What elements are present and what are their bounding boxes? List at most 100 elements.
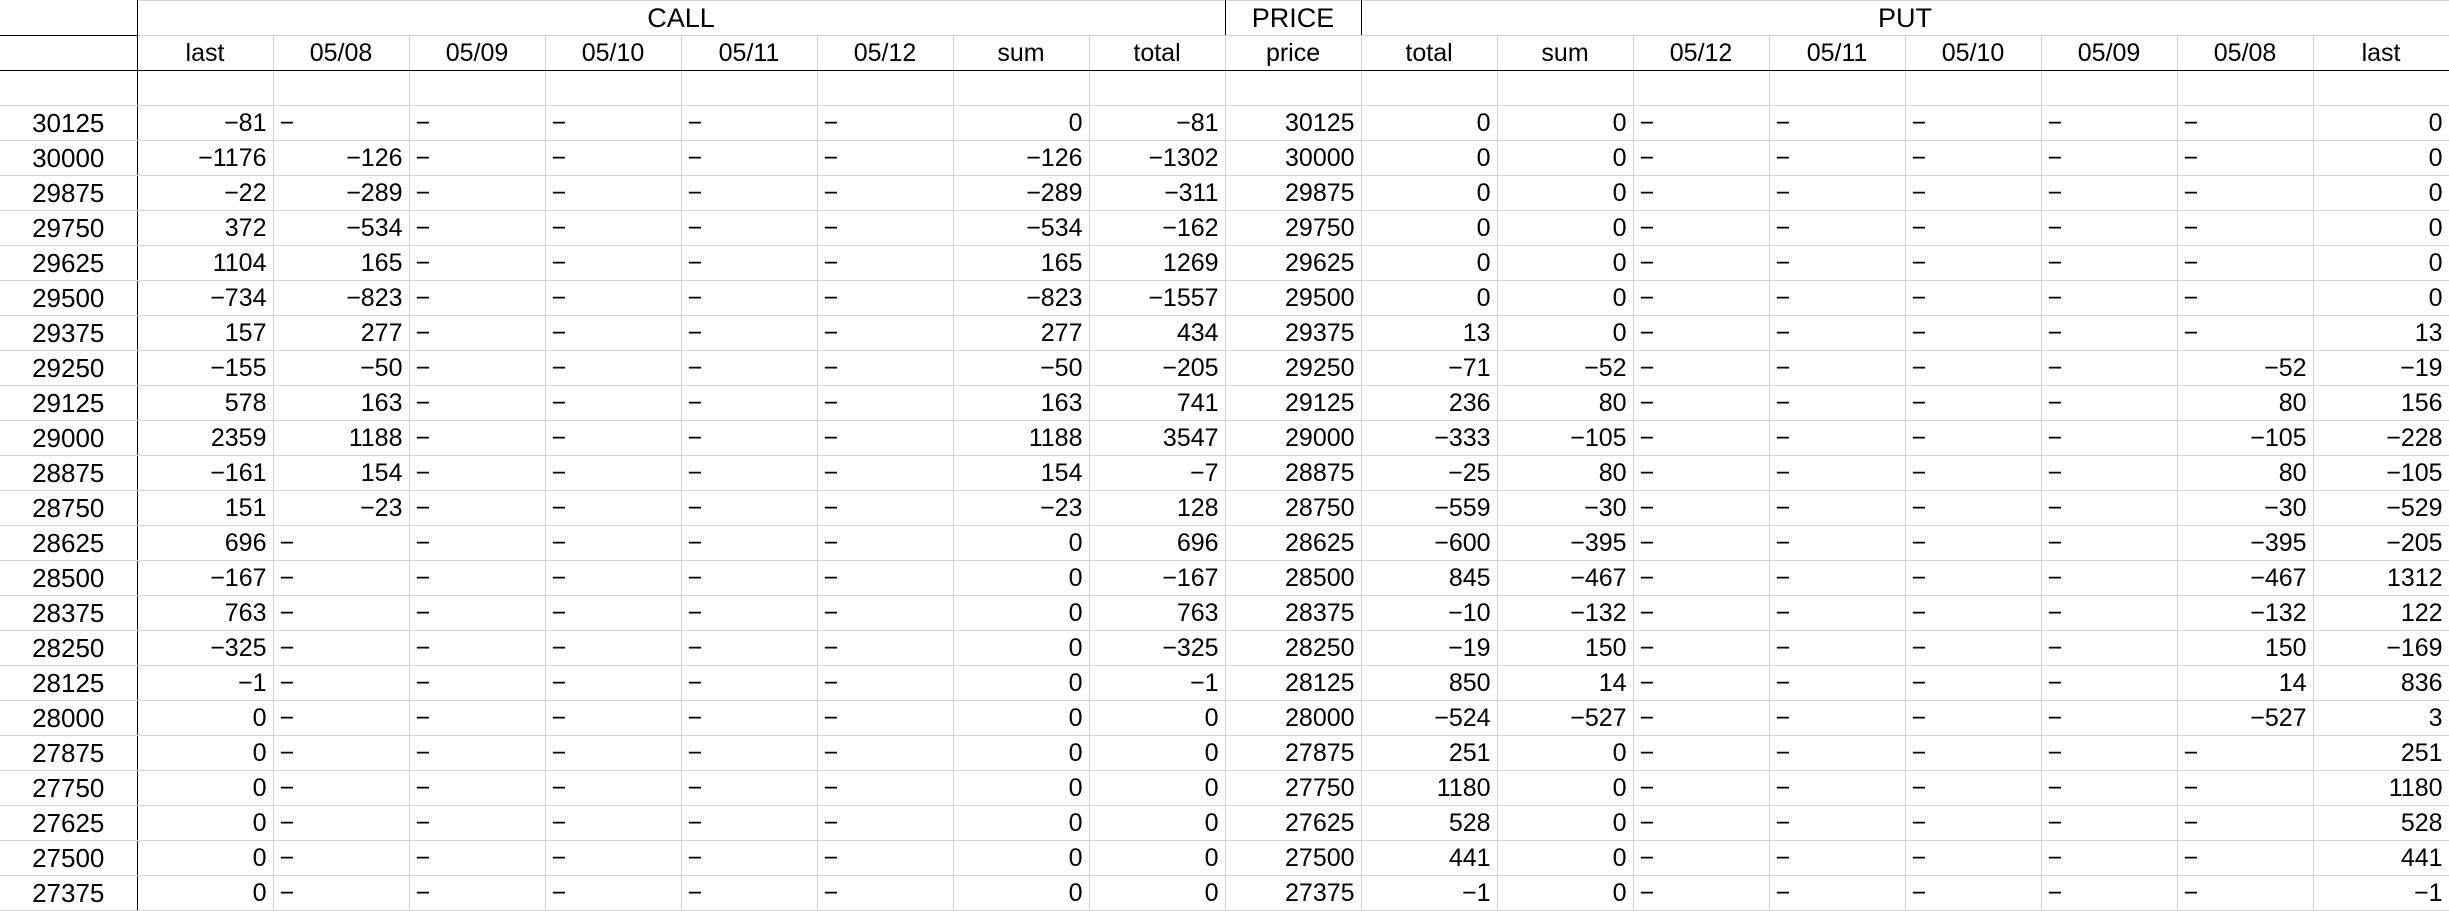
call-cell[interactable]: −	[408, 805, 546, 841]
call-cell[interactable]: −289	[952, 175, 1090, 211]
put-cell[interactable]: −105	[1496, 420, 1634, 456]
call-cell[interactable]: −734	[136, 280, 274, 316]
put-cell[interactable]: 80	[2176, 455, 2314, 491]
call-cell[interactable]: −534	[952, 210, 1090, 246]
call-cell[interactable]: −	[680, 385, 818, 421]
call-cell[interactable]: 151	[136, 490, 274, 526]
call-cell[interactable]: −	[544, 595, 682, 631]
call-cell[interactable]: −	[544, 280, 682, 316]
put-col-header[interactable]: 05/11	[1768, 35, 1906, 71]
put-cell[interactable]: 528	[2312, 805, 2449, 841]
put-cell[interactable]: 0	[2312, 140, 2449, 176]
row-header-strike[interactable]: 27750	[0, 770, 138, 806]
call-cell[interactable]: 0	[952, 875, 1090, 911]
call-cell[interactable]: 0	[136, 770, 274, 806]
call-cell[interactable]: −	[272, 665, 410, 701]
call-cell[interactable]: −	[408, 490, 546, 526]
put-cell[interactable]: 0	[1496, 105, 1634, 141]
blank-cell[interactable]	[952, 70, 1090, 106]
put-cell[interactable]: 836	[2312, 665, 2449, 701]
price-cell[interactable]: 29500	[1224, 280, 1362, 316]
put-group-header[interactable]: PUT	[1360, 0, 2449, 36]
call-cell[interactable]: −	[680, 700, 818, 736]
call-cell[interactable]: −	[680, 245, 818, 281]
put-cell[interactable]: −	[2040, 560, 2178, 596]
row-header-strike[interactable]: 28375	[0, 595, 138, 631]
call-cell[interactable]: 696	[136, 525, 274, 561]
row-header-strike[interactable]: 28500	[0, 560, 138, 596]
call-cell[interactable]: −	[680, 665, 818, 701]
price-cell[interactable]: 27500	[1224, 840, 1362, 876]
put-cell[interactable]: −	[1904, 490, 2042, 526]
price-cell[interactable]: 29375	[1224, 315, 1362, 351]
put-cell[interactable]: −	[1904, 420, 2042, 456]
put-cell[interactable]: −559	[1360, 490, 1498, 526]
put-cell[interactable]: −	[1768, 630, 1906, 666]
call-cell[interactable]: −	[816, 560, 954, 596]
put-cell[interactable]: −	[1768, 770, 1906, 806]
call-cell[interactable]: −	[816, 595, 954, 631]
row-header-strike[interactable]: 29250	[0, 350, 138, 386]
call-cell[interactable]: −	[680, 490, 818, 526]
put-cell[interactable]: −	[1904, 175, 2042, 211]
put-cell[interactable]: 13	[1360, 315, 1498, 351]
call-cell[interactable]: −	[544, 420, 682, 456]
call-cell[interactable]: 434	[1088, 315, 1226, 351]
call-cell[interactable]: −	[272, 525, 410, 561]
call-col-header[interactable]: sum	[952, 35, 1090, 71]
put-cell[interactable]: −	[1632, 455, 1770, 491]
put-cell[interactable]: −	[1904, 630, 2042, 666]
put-cell[interactable]: −	[1632, 350, 1770, 386]
put-cell[interactable]: 0	[1496, 315, 1634, 351]
put-cell[interactable]: 80	[1496, 385, 1634, 421]
call-cell[interactable]: −	[816, 875, 954, 911]
put-cell[interactable]: −	[1632, 315, 1770, 351]
row-header-strike[interactable]: 29750	[0, 210, 138, 246]
call-cell[interactable]: −	[408, 175, 546, 211]
put-cell[interactable]: −	[1904, 770, 2042, 806]
call-cell[interactable]: −823	[952, 280, 1090, 316]
put-col-header[interactable]: sum	[1496, 35, 1634, 71]
put-cell[interactable]: −	[1904, 840, 2042, 876]
row-header-strike[interactable]: 28750	[0, 490, 138, 526]
call-col-header[interactable]: last	[136, 35, 274, 71]
call-cell[interactable]: −	[272, 630, 410, 666]
put-cell[interactable]: −19	[2312, 350, 2449, 386]
put-cell[interactable]: 0	[2312, 210, 2449, 246]
put-cell[interactable]: 0	[2312, 175, 2449, 211]
put-cell[interactable]: −	[2176, 770, 2314, 806]
call-cell[interactable]: −	[408, 630, 546, 666]
put-cell[interactable]: −	[1768, 175, 1906, 211]
call-cell[interactable]: 0	[136, 840, 274, 876]
price-cell[interactable]: 28000	[1224, 700, 1362, 736]
put-cell[interactable]: 0	[1496, 245, 1634, 281]
price-cell[interactable]: 29000	[1224, 420, 1362, 456]
call-cell[interactable]: −	[544, 140, 682, 176]
price-cell[interactable]: 28250	[1224, 630, 1362, 666]
call-cell[interactable]: −	[680, 735, 818, 771]
call-cell[interactable]: −	[544, 665, 682, 701]
put-cell[interactable]: 0	[1360, 245, 1498, 281]
put-cell[interactable]: 0	[1496, 735, 1634, 771]
put-cell[interactable]: −	[1768, 490, 1906, 526]
put-cell[interactable]: −	[1632, 490, 1770, 526]
put-cell[interactable]: −	[2040, 840, 2178, 876]
call-cell[interactable]: 0	[1088, 875, 1226, 911]
price-cell[interactable]: 28625	[1224, 525, 1362, 561]
put-cell[interactable]: 1180	[2312, 770, 2449, 806]
call-cell[interactable]: 0	[136, 805, 274, 841]
put-cell[interactable]: 251	[2312, 735, 2449, 771]
call-cell[interactable]: −205	[1088, 350, 1226, 386]
put-cell[interactable]: −	[2176, 105, 2314, 141]
call-cell[interactable]: −	[544, 630, 682, 666]
call-cell[interactable]: 0	[1088, 840, 1226, 876]
call-cell[interactable]: 0	[952, 805, 1090, 841]
call-cell[interactable]: −	[544, 105, 682, 141]
call-cell[interactable]: −	[408, 245, 546, 281]
put-col-header[interactable]: 05/10	[1904, 35, 2042, 71]
call-cell[interactable]: −1	[136, 665, 274, 701]
call-cell[interactable]: −	[816, 420, 954, 456]
blank-cell[interactable]	[1904, 70, 2042, 106]
price-cell[interactable]: 29875	[1224, 175, 1362, 211]
call-cell[interactable]: −167	[1088, 560, 1226, 596]
